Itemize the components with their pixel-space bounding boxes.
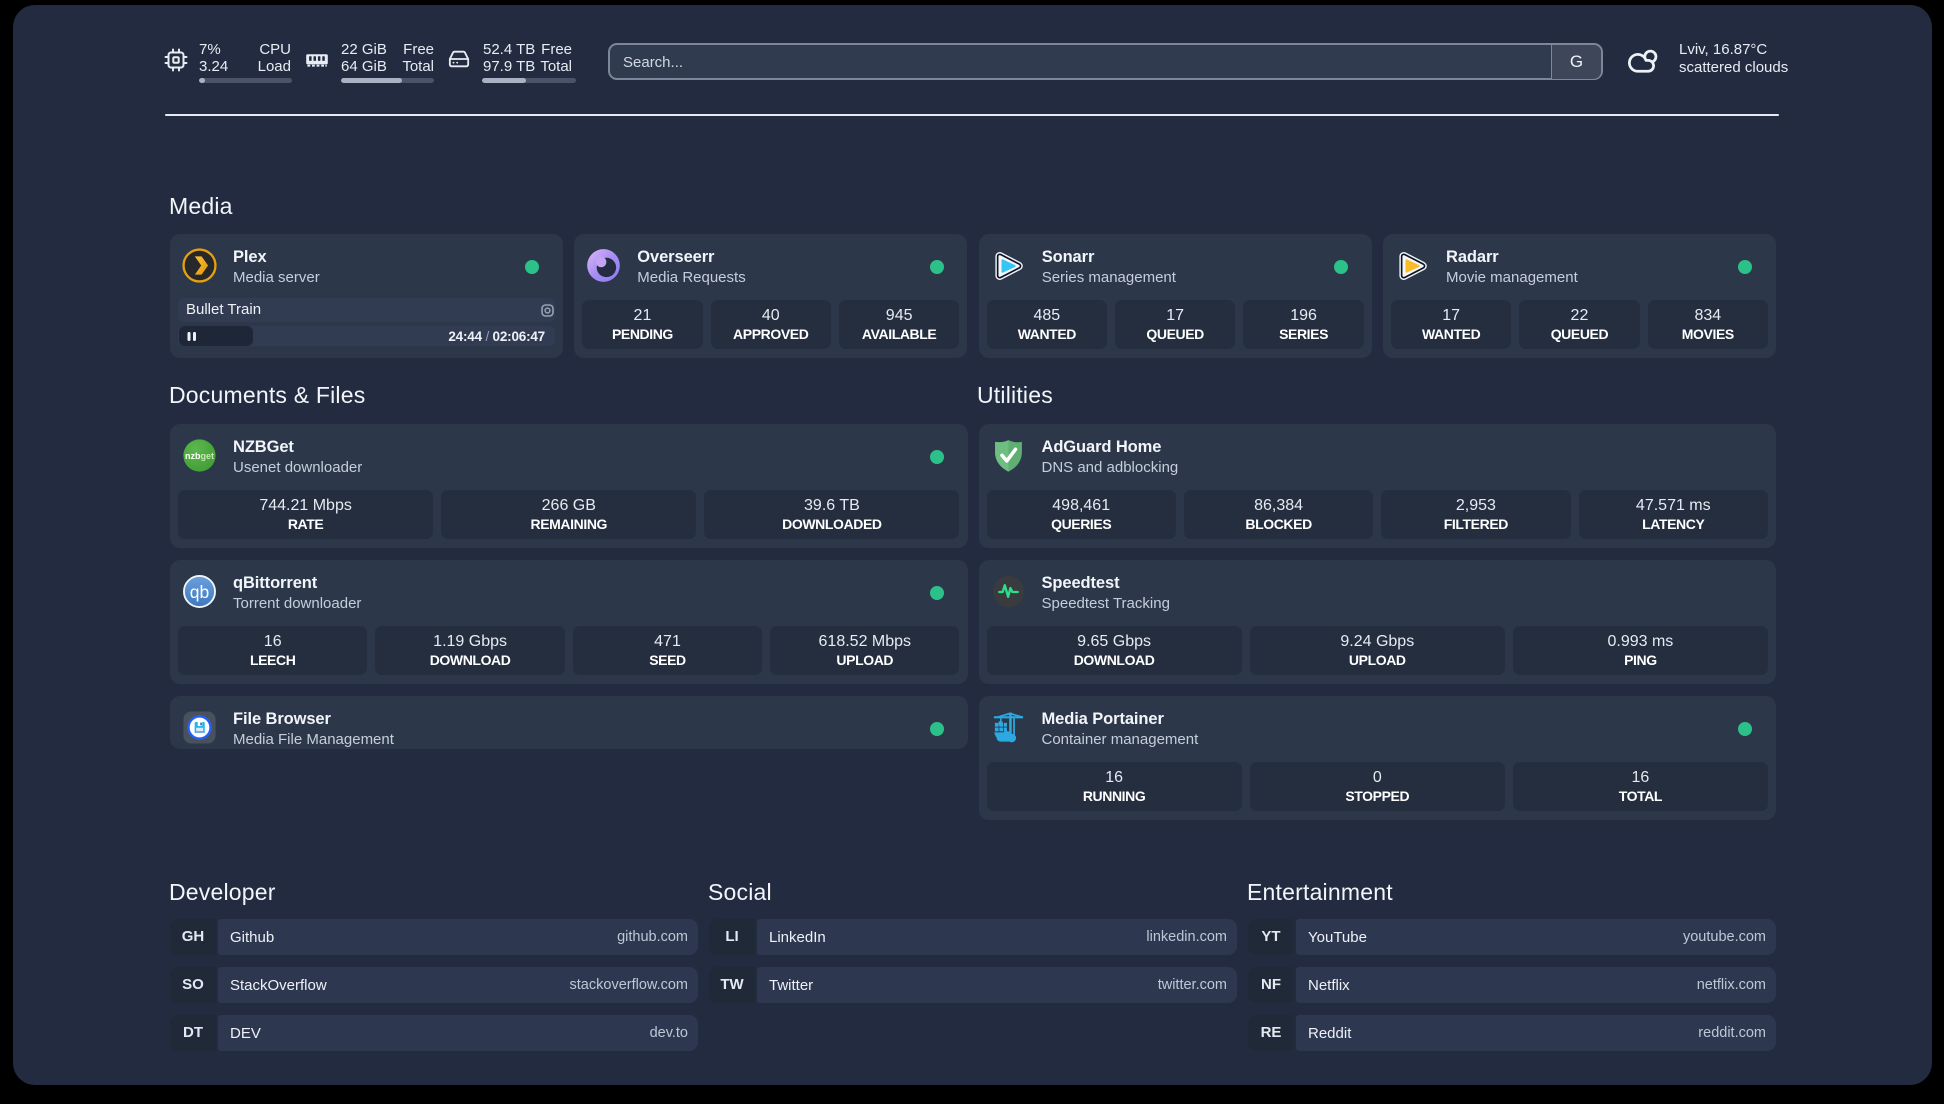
svg-text:qb: qb	[190, 582, 209, 602]
svg-text:nzbget: nzbget	[185, 451, 214, 461]
